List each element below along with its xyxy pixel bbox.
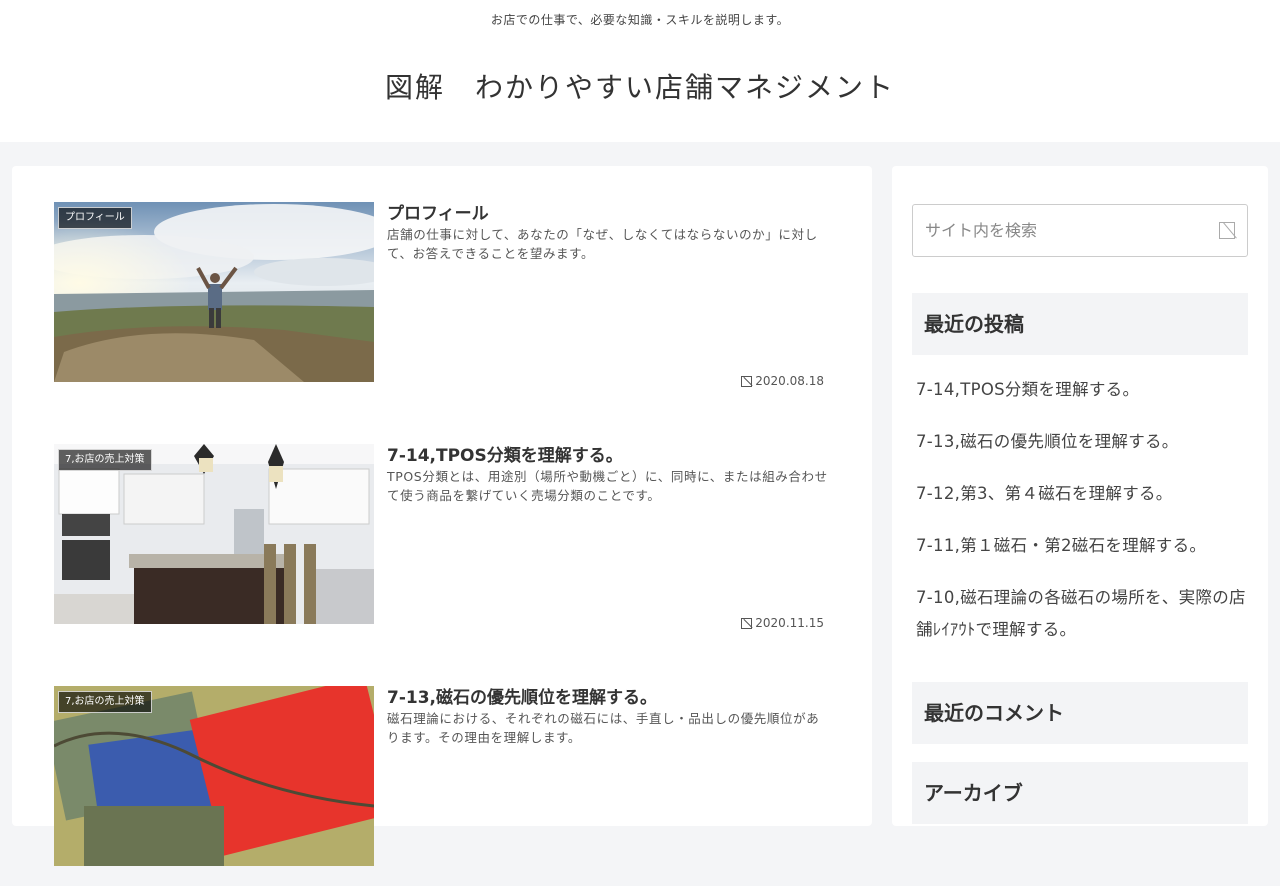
stamps-image — [54, 686, 374, 866]
mountain-summit-image — [54, 202, 374, 382]
site-header: お店での仕事で、必要な知識・スキルを説明します。 図解 わかりやすい店舗マネジメ… — [0, 0, 1280, 142]
post-excerpt: TPOS分類とは、用途別（場所や動機ごと）に、同時に、または組み合わせて使う商品… — [387, 469, 828, 503]
recent-post-link[interactable]: 7-14,TPOS分類を理解する。 — [916, 374, 1246, 406]
kitchen-image — [54, 444, 374, 624]
recent-post-link[interactable]: 7-10,磁石理論の各磁石の場所を、実際の店舗ﾚｲｱｳﾄで理解する。 — [916, 582, 1246, 646]
clock-icon — [741, 375, 753, 387]
category-badge[interactable]: 7,お店の売上対策 — [58, 449, 152, 471]
post-list: プロフィール プロフィール 店舗の仕事に対して、あなたの「なぜ、しなくてはならな… — [12, 166, 872, 866]
post-date: 2020.11.15 — [741, 616, 824, 630]
recent-posts-heading: 最近の投稿 — [912, 293, 1248, 355]
search-icon[interactable] — [1219, 222, 1235, 239]
search-input[interactable] — [913, 205, 1203, 256]
post-title[interactable]: 7-13,磁石の優先順位を理解する。 — [387, 683, 827, 708]
post-excerpt: 店舗の仕事に対して、あなたの「なぜ、しなくてはならないのか」に対して、お答えでき… — [387, 227, 818, 261]
archive-heading: アーカイブ — [912, 762, 1248, 824]
site-tagline: お店での仕事で、必要な知識・スキルを説明します。 — [490, 13, 790, 27]
search-form — [912, 204, 1248, 257]
site-title[interactable]: 図解 わかりやすい店舗マネジメント — [0, 66, 1280, 106]
post-card[interactable]: 7,お店の売上対策 7-14,TPOS分類を理解する。 TPOS分類とは、用途別… — [54, 444, 830, 644]
post-date: 2020.08.18 — [741, 374, 824, 388]
post-date-text: 2020.11.15 — [755, 616, 824, 630]
clock-icon — [741, 617, 753, 629]
post-date-text: 2020.08.18 — [755, 374, 824, 388]
category-badge[interactable]: 7,お店の売上対策 — [58, 691, 152, 713]
recent-post-link[interactable]: 7-12,第3、第４磁石を理解する。 — [916, 478, 1246, 510]
recent-comments-heading: 最近のコメント — [912, 682, 1248, 744]
recent-post-link[interactable]: 7-11,第１磁石・第2磁石を理解する。 — [916, 530, 1246, 562]
sidebar: 最近の投稿 7-14,TPOS分類を理解する。 7-13,磁石の優先順位を理解す… — [892, 166, 1268, 826]
post-excerpt: 磁石理論における、それぞれの磁石には、手直し・品出しの優先順位があります。その理… — [387, 711, 820, 745]
recent-posts-list: 7-14,TPOS分類を理解する。 7-13,磁石の優先順位を理解する。 7-1… — [916, 374, 1246, 666]
category-badge[interactable]: プロフィール — [58, 207, 132, 229]
post-thumbnail[interactable]: 7,お店の売上対策 — [54, 444, 374, 624]
post-title[interactable]: 7-14,TPOS分類を理解する。 — [387, 441, 827, 466]
post-title[interactable]: プロフィール — [387, 199, 827, 224]
post-card[interactable]: プロフィール プロフィール 店舗の仕事に対して、あなたの「なぜ、しなくてはならな… — [54, 202, 830, 402]
post-thumbnail[interactable]: 7,お店の売上対策 — [54, 686, 374, 866]
post-card[interactable]: 7,お店の売上対策 7-13,磁石の優先順位を理解する。 磁石理論における、それ… — [54, 686, 830, 886]
recent-post-link[interactable]: 7-13,磁石の優先順位を理解する。 — [916, 426, 1246, 458]
post-thumbnail[interactable]: プロフィール — [54, 202, 374, 382]
